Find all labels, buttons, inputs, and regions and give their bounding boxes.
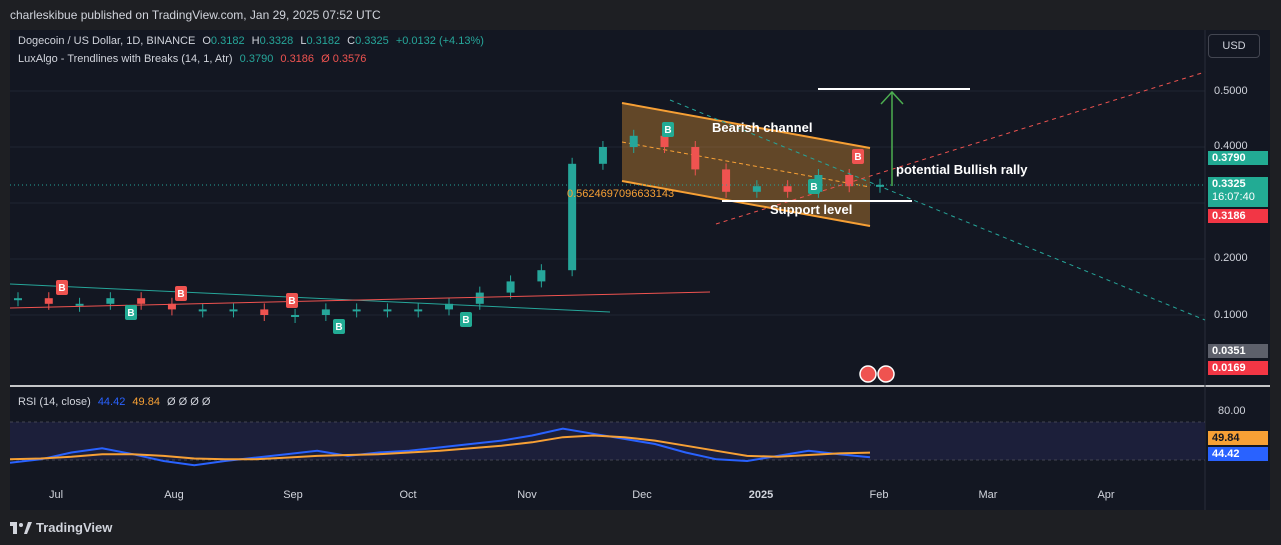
candle-body <box>106 298 115 304</box>
indicator-value-2: 0.3186 <box>280 53 315 65</box>
x-tick-label: Feb <box>869 489 889 501</box>
rsi-ma-value: 49.84 <box>132 396 160 408</box>
break-marker-label: B <box>854 152 861 163</box>
x-tick-label: Jul <box>48 489 64 501</box>
close-value: 0.3325 <box>355 35 389 47</box>
price-chart[interactable]: B B B B B B B B B <box>10 30 1270 510</box>
tradingview-logo-icon <box>10 521 32 534</box>
candle-body <box>44 298 53 304</box>
candle-body <box>137 298 146 304</box>
tradingview-brand[interactable]: TradingView <box>10 520 112 535</box>
x-tick-label: Dec <box>632 489 652 501</box>
candle-body <box>14 298 22 301</box>
current-price: 0.3325 <box>1212 178 1246 190</box>
y-tick-label: 0.2000 <box>1214 252 1248 264</box>
candle-body <box>691 147 700 170</box>
symbol-name: Dogecoin / US Dollar, 1D, BINANCE <box>18 35 196 47</box>
rsi-extra-values: Ø Ø Ø Ø <box>167 396 211 408</box>
candle-body <box>260 309 269 315</box>
price-tag-a: 0.0351 <box>1208 344 1268 358</box>
x-tick-label: Oct <box>399 489 417 501</box>
bullish-rally-label: potential Bullish rally <box>896 162 1028 177</box>
high-label: H <box>251 35 260 47</box>
break-marker-label: B <box>462 315 469 326</box>
symbol-legend: Dogecoin / US Dollar, 1D, BINANCE O0.318… <box>18 35 484 47</box>
currency-button[interactable]: USD <box>1208 34 1260 58</box>
rsi-name: RSI (14, close) <box>18 396 91 408</box>
break-marker-label: B <box>288 296 295 307</box>
x-tick-label: Sep <box>283 489 303 501</box>
rsi-legend: RSI (14, close) 44.42 49.84 Ø Ø Ø Ø <box>18 396 210 408</box>
indicator-legend: LuxAlgo - Trendlines with Breaks (14, 1,… <box>18 53 366 65</box>
candle-body <box>568 163 577 271</box>
candle-body <box>598 147 607 164</box>
y-tick-label: 0.1000 <box>1214 309 1248 321</box>
event-flag-icon <box>859 365 877 383</box>
trendline-green <box>10 283 611 313</box>
event-flag-icon <box>877 365 895 383</box>
price-tag-b: 0.0169 <box>1208 361 1268 375</box>
break-marker-label: B <box>58 283 65 294</box>
break-marker-label: B <box>664 125 671 136</box>
top-bar: charleskibue published on TradingView.co… <box>0 0 1281 30</box>
candle-body <box>783 186 792 192</box>
break-marker-label: B <box>335 322 342 333</box>
candle-body <box>383 309 392 312</box>
rsi-tag: 44.42 <box>1208 447 1268 461</box>
candle-body <box>229 309 238 312</box>
candle-body <box>722 169 731 192</box>
x-tick-label: Apr <box>1097 489 1115 501</box>
trendline-red <box>10 291 711 309</box>
countdown: 16:07:40 <box>1212 191 1255 203</box>
candle-body <box>414 309 423 312</box>
candle-body <box>537 270 546 282</box>
candle-body <box>198 309 207 312</box>
candle-body <box>752 186 761 192</box>
publisher-info: charleskibue published on TradingView.co… <box>10 8 381 22</box>
close-label: C <box>347 35 356 47</box>
price-tag-current: 0.3325 16:07:40 <box>1208 177 1268 207</box>
break-marker-label: B <box>810 182 817 193</box>
candle-body <box>506 281 515 293</box>
candle-body <box>629 135 638 147</box>
x-tick-label: 2025 <box>748 489 774 501</box>
x-tick-label: Nov <box>517 489 537 501</box>
break-marker-label: B <box>127 308 134 319</box>
indicator-value-1: 0.3790 <box>239 53 274 65</box>
high-value: 0.3328 <box>259 35 294 47</box>
chart-area[interactable]: B B B B B B B B B Dogecoin / US Dollar, 1D, BINA… <box>10 30 1270 510</box>
indicator-name: LuxAlgo - Trendlines with Breaks (14, 1,… <box>18 53 233 65</box>
footer: TradingView <box>0 510 1281 545</box>
open-label: O <box>202 35 211 47</box>
rsi-band <box>10 422 1205 460</box>
rsi-ma-tag: 49.84 <box>1208 431 1268 445</box>
y-tick-label: 0.5000 <box>1214 85 1248 97</box>
candle-body <box>321 309 330 315</box>
candle-body <box>660 135 669 147</box>
candle-body <box>475 292 484 304</box>
candle-body <box>352 309 361 312</box>
break-marker-label: B <box>177 289 184 300</box>
indicator-value-3: Ø 0.3576 <box>321 53 367 65</box>
candle-body <box>291 315 300 317</box>
open-value: 0.3182 <box>210 35 245 47</box>
change-value: +0.0132 (+4.13%) <box>395 35 484 47</box>
x-tick-label: Mar <box>978 489 998 501</box>
price-tag-upper: 0.3790 <box>1208 151 1268 165</box>
bearish-channel-label: Bearish channel <box>712 120 813 135</box>
candle-body <box>75 303 84 306</box>
price-tag-lower: 0.3186 <box>1208 209 1268 223</box>
fib-level-label: 0.5624697096633143 <box>567 188 675 200</box>
low-value: 0.3182 <box>306 35 341 47</box>
x-tick-label: Aug <box>164 489 184 501</box>
support-level-label: Support level <box>770 202 853 217</box>
rsi-value: 44.42 <box>97 396 126 408</box>
rsi-tick-label: 80.00 <box>1218 405 1246 417</box>
brand-name: TradingView <box>36 520 113 535</box>
